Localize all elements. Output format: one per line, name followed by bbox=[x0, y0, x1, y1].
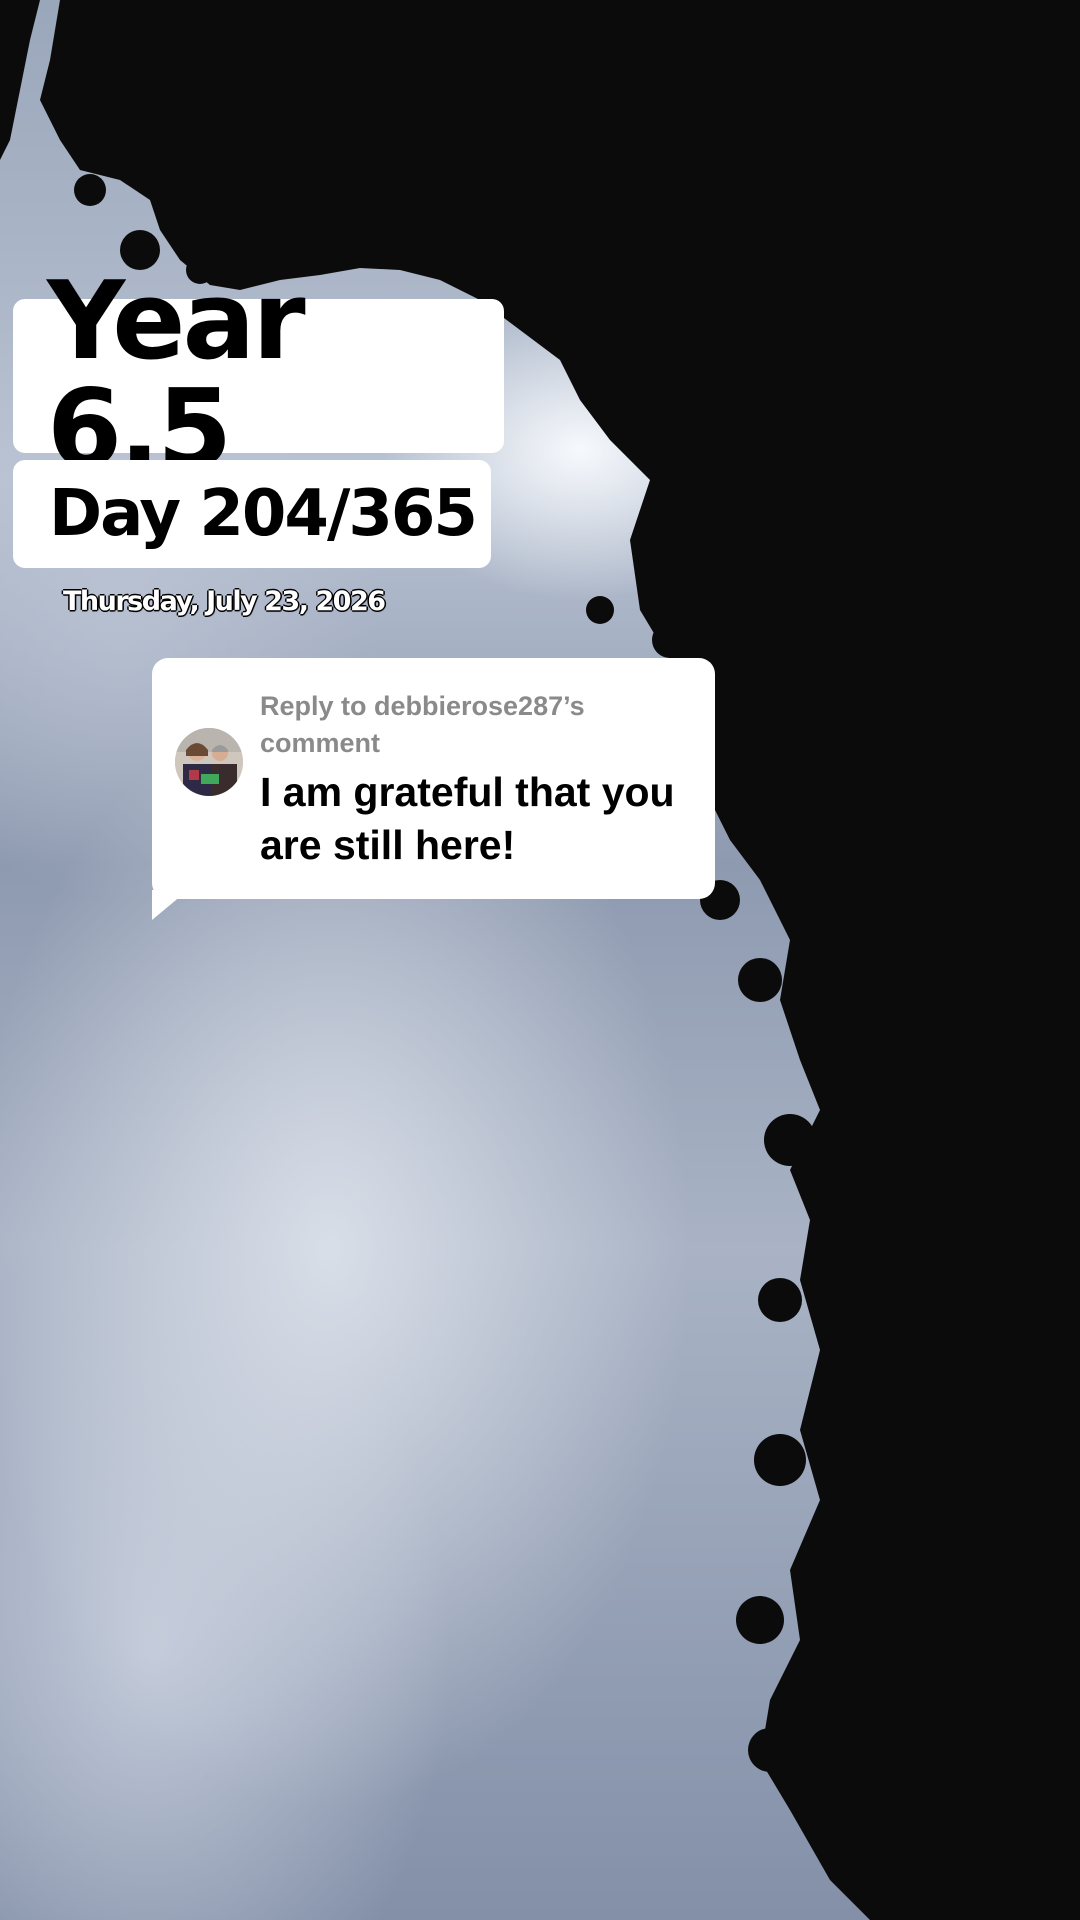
year-banner: Year 6.5 bbox=[13, 268, 504, 484]
avatar-photo-icon[interactable] bbox=[175, 728, 243, 796]
avatar-image bbox=[175, 728, 243, 796]
reply-card-tail bbox=[152, 890, 188, 920]
day-banner: Day 204/365 bbox=[13, 460, 491, 568]
day-counter-label: Day 204/365 bbox=[49, 477, 478, 551]
reply-to-comment-label: Reply to debbierose287’s comment bbox=[260, 691, 585, 758]
year-label: Year 6.5 bbox=[47, 259, 306, 492]
reply-comment-text: I am grateful that you are still here! bbox=[260, 769, 675, 868]
date-label: Thursday, July 23, 2026 bbox=[63, 586, 386, 617]
